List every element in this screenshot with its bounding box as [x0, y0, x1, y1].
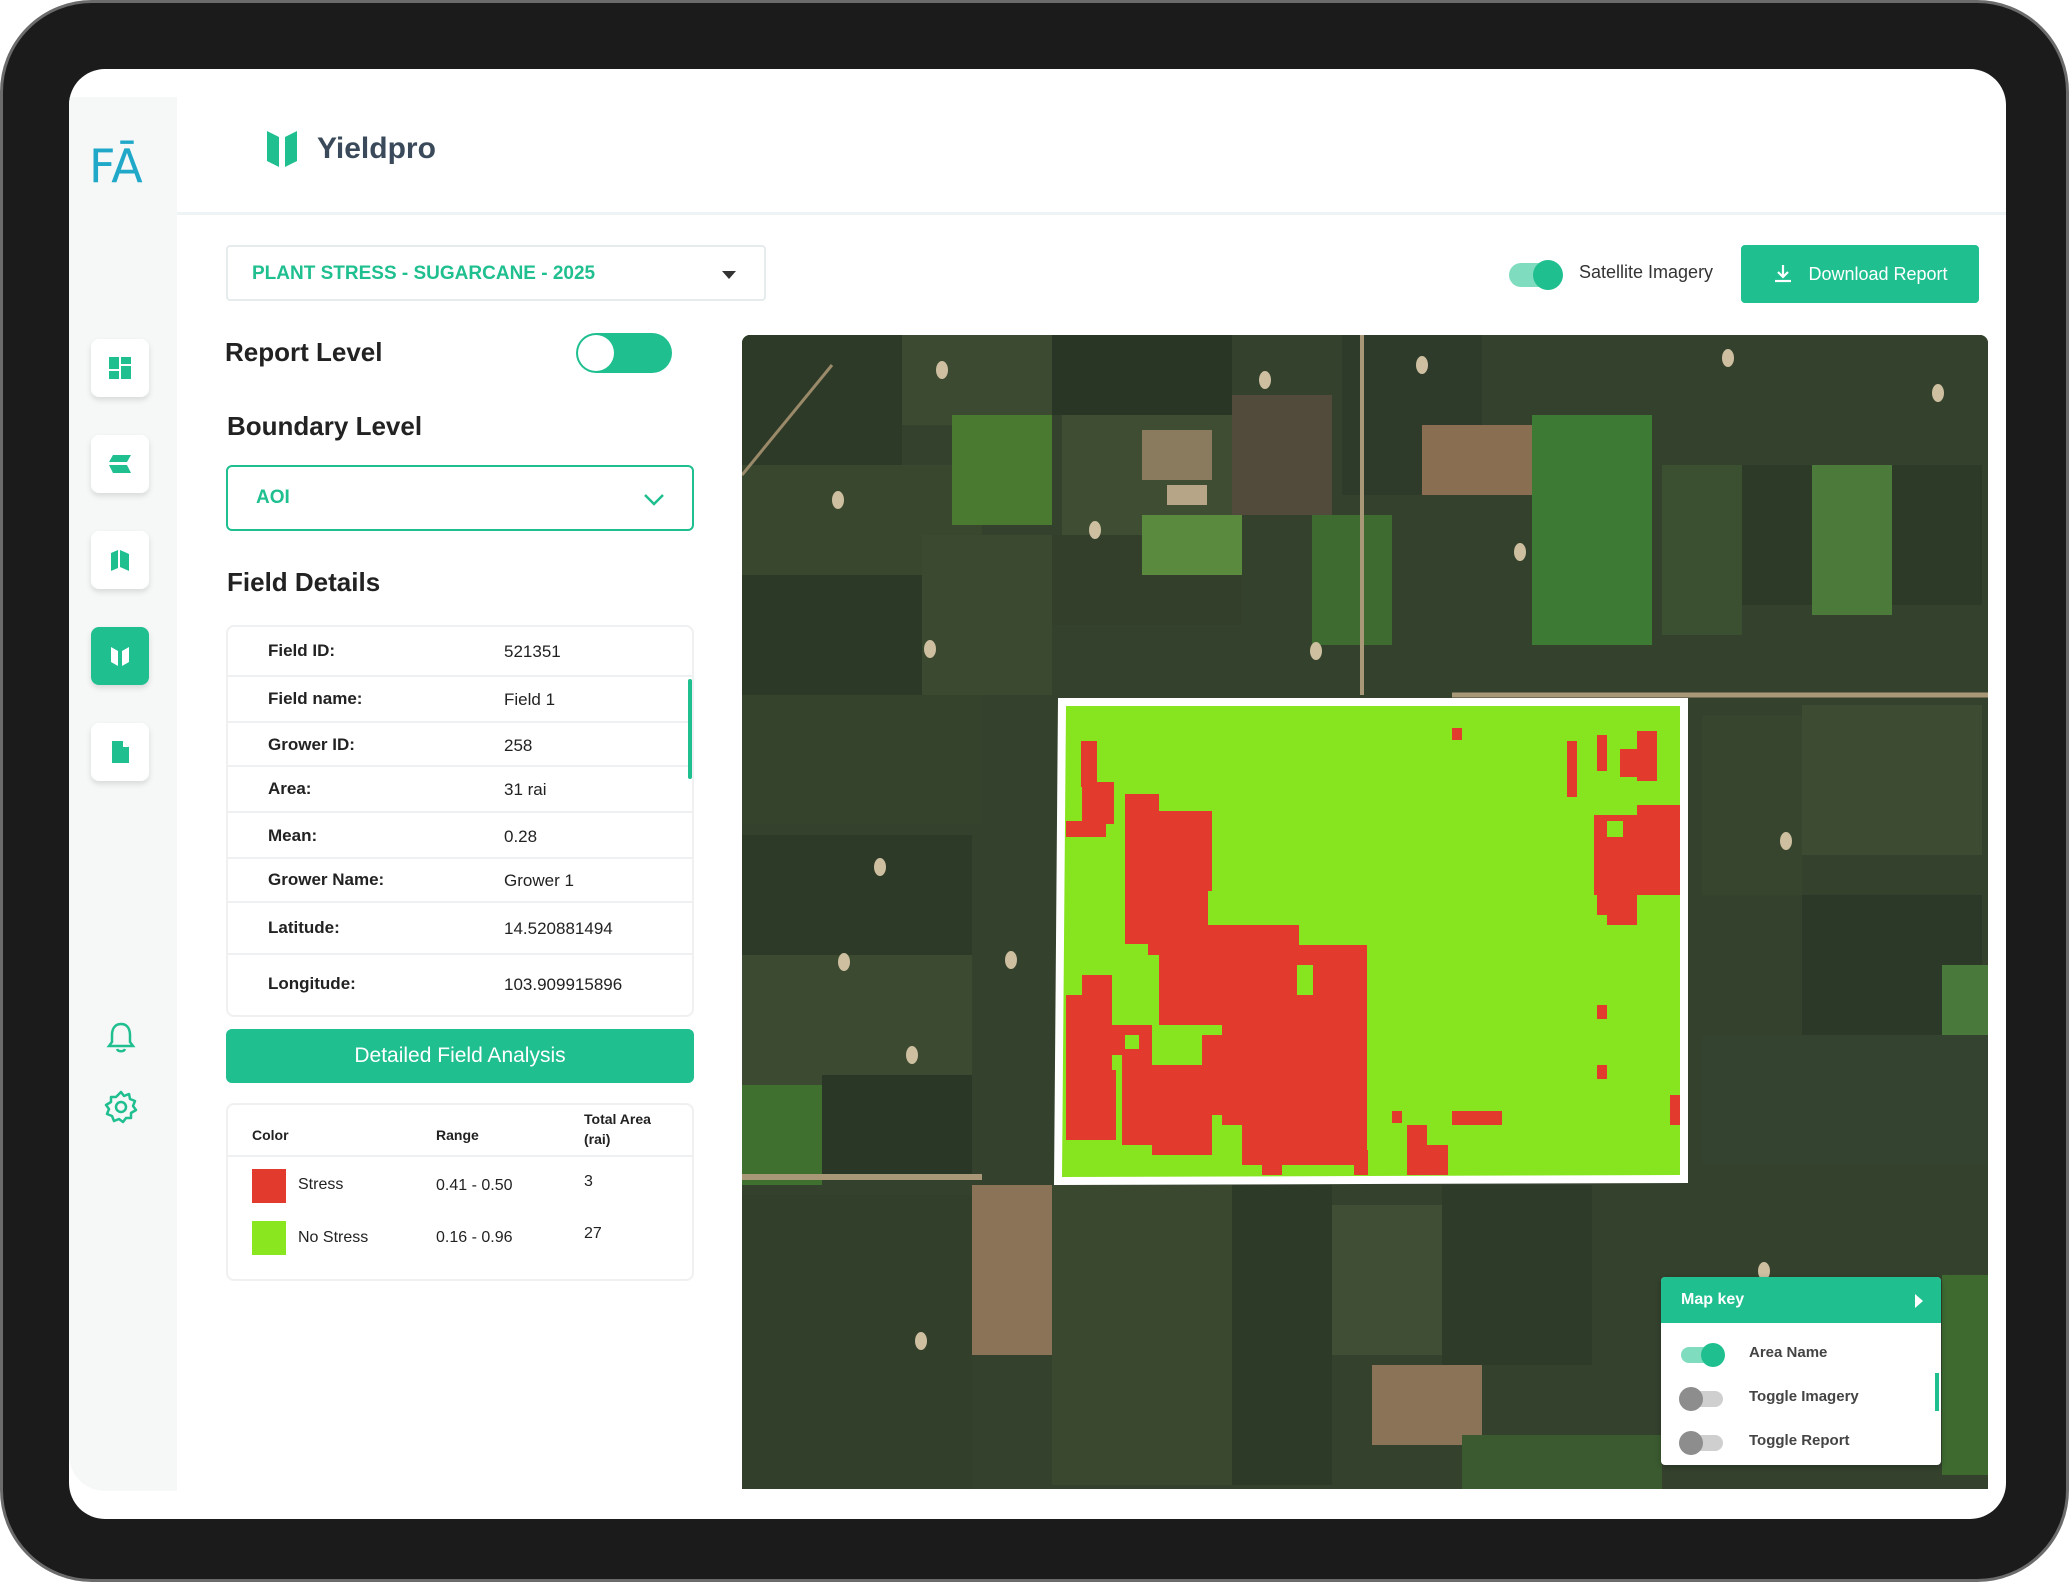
toggle-knob — [1679, 1387, 1703, 1411]
detailed-field-analysis-button[interactable]: Detailed Field Analysis — [226, 1029, 694, 1083]
detail-key: Grower Name: — [268, 870, 385, 889]
detail-value: 31 rai — [504, 780, 547, 799]
field-details-title: Field Details — [227, 567, 381, 597]
nav-reports-button[interactable] — [91, 723, 149, 781]
document-icon — [112, 741, 129, 763]
detail-key: Longitude: — [268, 974, 356, 993]
stress-color-swatch — [252, 1169, 286, 1203]
legend-header-range: Range — [436, 1127, 479, 1143]
satellite-imagery-label: Satellite Imagery — [1579, 262, 1714, 282]
nav-layers-button[interactable] — [91, 435, 149, 493]
map-key-panel: Map key Area Name Toggle Imagery Toggle … — [1661, 1277, 1941, 1465]
tablet-frame: FĀ Yieldpro PLANT STRESS - SUGARCANE - 2… — [0, 0, 2069, 1582]
nav-map-button[interactable] — [91, 531, 149, 589]
area-name-label: Area Name — [1749, 1344, 1828, 1361]
map-icon — [111, 550, 129, 571]
detail-row: Latitude: 14.520881494 — [228, 903, 692, 955]
detail-row: Grower ID: 258 — [228, 723, 692, 767]
download-report-button[interactable]: Download Report — [1741, 245, 1979, 303]
legend-no-stress-name: No Stress — [298, 1229, 369, 1246]
detail-value: 521351 — [504, 642, 561, 661]
toggle-knob — [1701, 1343, 1725, 1367]
details-scrollbar[interactable] — [688, 679, 692, 779]
download-icon — [1775, 265, 1792, 283]
detail-key: Mean: — [268, 826, 318, 845]
detail-row: Longitude: 103.909915896 — [228, 955, 692, 1015]
toggle-knob — [578, 335, 614, 371]
detail-key: Latitude: — [268, 918, 340, 937]
bell-icon[interactable] — [103, 1019, 139, 1055]
detail-key: Area: — [268, 779, 312, 798]
download-report-label: Download Report — [1808, 263, 1948, 284]
layers-icon — [109, 455, 131, 473]
detail-row: Field ID: 521351 — [228, 627, 692, 677]
app-logo: FĀ — [89, 139, 143, 193]
detail-value: 14.520881494 — [504, 919, 613, 938]
brand: Yieldpro — [265, 129, 436, 169]
area-name-toggle[interactable] — [1681, 1343, 1725, 1367]
detail-key: Grower ID: — [268, 735, 355, 754]
stress-legend-table: Color Range Total Area (rai) Stress 0.41… — [226, 1103, 694, 1281]
sidebar: FĀ — [69, 97, 177, 1491]
detail-row: Mean: 0.28 — [228, 813, 692, 859]
detail-value: 0.28 — [504, 827, 538, 846]
expand-arrow-icon[interactable] — [1915, 1294, 1923, 1308]
boundary-level-select[interactable]: AOI — [226, 465, 694, 531]
detail-value: 258 — [504, 736, 533, 755]
detail-key: Field ID: — [268, 641, 336, 660]
report-type-value: PLANT STRESS - SUGARCANE - 2025 — [252, 263, 596, 284]
nav-dashboard-button[interactable] — [91, 339, 149, 397]
toggle-imagery-label: Toggle Imagery — [1749, 1388, 1859, 1405]
field-details-table: Field ID: 521351 Field name: Field 1 Growe… — [226, 625, 694, 1017]
legend-divider — [228, 1155, 692, 1157]
yieldpro-logo-icon — [267, 131, 297, 167]
toggle-report-toggle[interactable] — [1679, 1431, 1723, 1455]
detail-row: Area: 31 rai — [228, 767, 692, 813]
toggle-knob — [1533, 260, 1563, 290]
legend-header-color: Color — [252, 1127, 289, 1143]
yieldpro-icon — [111, 647, 129, 666]
report-level-label: Report Level — [225, 337, 383, 367]
map-key-header[interactable]: Map key — [1661, 1277, 1941, 1323]
report-level-toggle[interactable] — [576, 333, 672, 373]
toggle-imagery-toggle[interactable] — [1679, 1387, 1723, 1411]
legend-stress-range: 0.41 - 0.50 — [436, 1177, 513, 1194]
caret-down-icon — [722, 271, 736, 279]
detail-value: Grower 1 — [504, 871, 574, 890]
detail-value: 103.909915896 — [504, 975, 623, 994]
toggle-report-label: Toggle Report — [1749, 1432, 1850, 1449]
legend-no-stress-range: 0.16 - 0.96 — [436, 1229, 513, 1246]
app-screen: FĀ Yieldpro PLANT STRESS - SUGARCANE - 2… — [69, 69, 2006, 1519]
nav-yieldpro-button[interactable] — [91, 627, 149, 685]
toggle-knob — [1679, 1431, 1703, 1455]
report-type-select[interactable]: PLANT STRESS - SUGARCANE - 2025 — [226, 245, 766, 301]
legend-stress-area: 3 — [584, 1173, 593, 1190]
dashboard-icon — [109, 357, 131, 379]
map-key-scrollbar[interactable] — [1935, 1373, 1939, 1411]
boundary-level-label: Boundary Level — [227, 411, 423, 441]
detail-key: Field name: — [268, 689, 363, 708]
no-stress-color-swatch — [252, 1221, 286, 1255]
map-key-title: Map key — [1681, 1291, 1745, 1308]
boundary-level-value: AOI — [256, 487, 290, 508]
legend-stress-name: Stress — [298, 1176, 344, 1193]
satellite-imagery-toggle[interactable] — [1509, 260, 1563, 290]
gear-icon[interactable] — [103, 1089, 139, 1125]
chevron-down-icon — [644, 494, 664, 506]
detail-value: Field 1 — [504, 690, 556, 709]
top-bar: Yieldpro — [177, 69, 2006, 215]
legend-header-total-area: Total Area (rai) — [584, 1111, 651, 1147]
legend-no-stress-area: 27 — [584, 1225, 602, 1242]
detail-row: Grower Name: Grower 1 — [228, 859, 692, 903]
brand-name: Yieldpro — [317, 132, 436, 165]
detail-row: Field name: Field 1 — [228, 677, 692, 723]
